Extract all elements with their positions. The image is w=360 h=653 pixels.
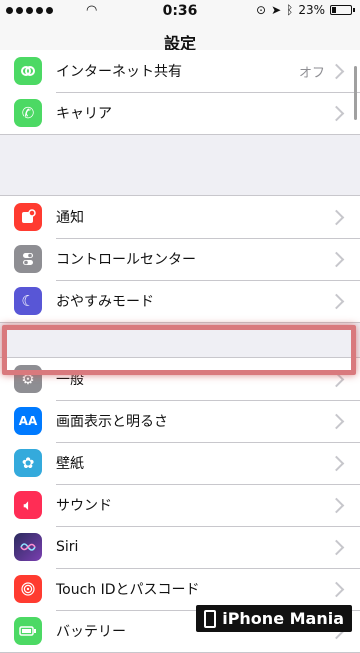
settings-row-display-brightness[interactable]: AA 画面表示と明るさ	[0, 400, 360, 442]
scrollbar[interactable]	[354, 66, 357, 120]
flower-icon: ✿	[14, 449, 42, 477]
settings-row-label: おやすみモード	[56, 294, 154, 310]
chevron-right-icon	[328, 293, 345, 309]
settings-row-value: オフ	[298, 65, 325, 81]
chevron-right-icon	[328, 413, 345, 429]
settings-row-notifications[interactable]: 通知	[0, 196, 360, 238]
chevron-right-icon	[328, 251, 345, 267]
settings-row-label: Touch IDとパスコード	[56, 582, 200, 598]
chevron-right-icon	[328, 105, 345, 121]
link-icon	[14, 57, 42, 85]
chevron-right-icon	[328, 539, 345, 555]
notification-icon	[14, 203, 42, 231]
settings-row-siri[interactable]: Siri	[0, 526, 360, 568]
lock-rotation-icon: ⊙	[256, 3, 267, 17]
chevron-right-icon	[328, 581, 345, 597]
status-bar: ◠ 0:36 ⊙ ➤ ᛒ 23%	[0, 0, 360, 22]
settings-row-label: キャリア	[56, 106, 112, 122]
settings-row-label: 画面表示と明るさ	[56, 414, 168, 430]
settings-row-label: インターネット共有	[56, 64, 182, 80]
chevron-right-icon	[328, 63, 345, 79]
watermark-text: iPhone Mania	[222, 609, 344, 628]
battery-percent: 23%	[298, 3, 325, 17]
settings-row-do-not-disturb[interactable]: ☾ おやすみモード	[0, 280, 360, 322]
settings-row-carrier[interactable]: ✆ キャリア	[0, 92, 360, 134]
speaker-icon: 🔈︎	[14, 491, 42, 519]
watermark-logo: iPhone Mania	[196, 605, 352, 632]
highlight-frame	[2, 325, 356, 375]
battery-icon	[14, 617, 42, 645]
settings-row-label: 通知	[56, 210, 84, 226]
settings-row-label: Siri	[56, 539, 79, 555]
text-size-icon: AA	[14, 407, 42, 435]
fingerprint-icon	[14, 575, 42, 603]
settings-group-network: インターネット共有 オフ ✆ キャリア	[0, 50, 360, 135]
siri-icon	[14, 533, 42, 561]
moon-icon: ☾	[14, 287, 42, 315]
switch-icon	[14, 245, 42, 273]
chevron-right-icon	[328, 497, 345, 513]
settings-row-touch-id[interactable]: Touch IDとパスコード	[0, 568, 360, 610]
settings-row-label: 壁紙	[56, 456, 84, 472]
chevron-right-icon	[328, 209, 345, 225]
settings-group-notifications: 通知 コントロールセンター ☾ おやすみモード	[0, 195, 360, 323]
settings-row-label: サウンド	[56, 498, 112, 514]
settings-row-wallpaper[interactable]: ✿ 壁紙	[0, 442, 360, 484]
chevron-right-icon	[328, 455, 345, 471]
phone-icon: ✆	[14, 99, 42, 127]
settings-row-label: コントロールセンター	[56, 252, 196, 268]
location-icon: ➤	[271, 3, 282, 17]
settings-row-sounds[interactable]: 🔈︎ サウンド	[0, 484, 360, 526]
settings-row-control-center[interactable]: コントロールセンター	[0, 238, 360, 280]
settings-row-personal-hotspot[interactable]: インターネット共有 オフ	[0, 50, 360, 92]
battery-icon	[330, 5, 355, 15]
phone-icon	[204, 609, 217, 628]
bluetooth-icon: ᛒ	[286, 3, 294, 17]
